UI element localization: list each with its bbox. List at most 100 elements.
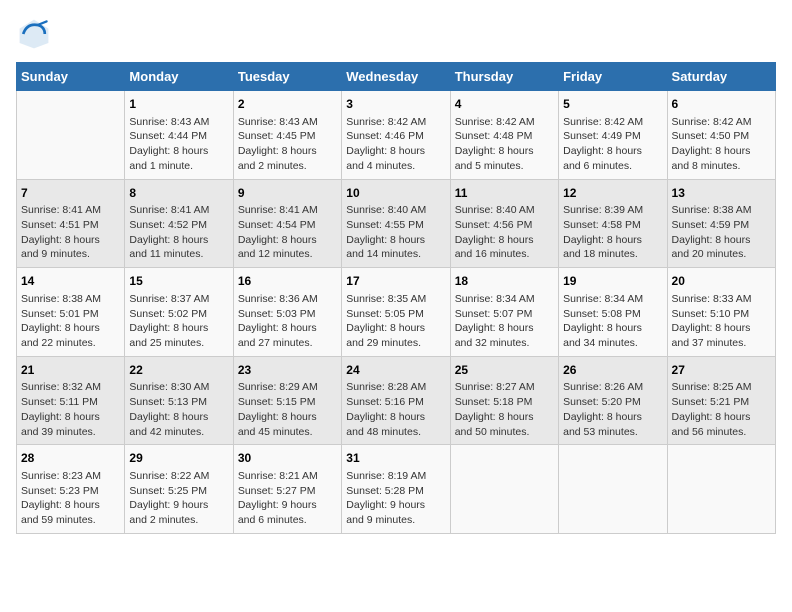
week-row-2: 7Sunrise: 8:41 AMSunset: 4:51 PMDaylight… — [17, 179, 776, 268]
calendar-cell: 13Sunrise: 8:38 AMSunset: 4:59 PMDayligh… — [667, 179, 775, 268]
day-number: 23 — [238, 362, 337, 379]
cell-line: Daylight: 8 hours — [129, 410, 228, 425]
calendar-cell: 30Sunrise: 8:21 AMSunset: 5:27 PMDayligh… — [233, 445, 341, 534]
cell-line: and 14 minutes. — [346, 247, 445, 262]
day-number: 17 — [346, 273, 445, 290]
cell-line: Sunset: 4:46 PM — [346, 129, 445, 144]
cell-line: Sunrise: 8:41 AM — [21, 203, 120, 218]
cell-line: Sunrise: 8:38 AM — [672, 203, 771, 218]
cell-line: Daylight: 8 hours — [238, 410, 337, 425]
calendar-cell: 10Sunrise: 8:40 AMSunset: 4:55 PMDayligh… — [342, 179, 450, 268]
day-number: 1 — [129, 96, 228, 113]
cell-line: and 25 minutes. — [129, 336, 228, 351]
cell-line: Sunset: 5:20 PM — [563, 395, 662, 410]
calendar-cell: 19Sunrise: 8:34 AMSunset: 5:08 PMDayligh… — [559, 268, 667, 357]
cell-line: Sunset: 5:27 PM — [238, 484, 337, 499]
day-number: 29 — [129, 450, 228, 467]
cell-line: Sunrise: 8:41 AM — [238, 203, 337, 218]
cell-line: and 8 minutes. — [672, 159, 771, 174]
cell-line: Sunrise: 8:32 AM — [21, 380, 120, 395]
cell-line: Sunset: 4:56 PM — [455, 218, 554, 233]
day-number: 10 — [346, 185, 445, 202]
cell-line: and 56 minutes. — [672, 425, 771, 440]
day-number: 9 — [238, 185, 337, 202]
cell-line: Sunrise: 8:43 AM — [238, 115, 337, 130]
cell-line: Sunset: 5:21 PM — [672, 395, 771, 410]
cell-line: Sunrise: 8:27 AM — [455, 380, 554, 395]
cell-line: Sunset: 4:51 PM — [21, 218, 120, 233]
day-number: 5 — [563, 96, 662, 113]
week-row-5: 28Sunrise: 8:23 AMSunset: 5:23 PMDayligh… — [17, 445, 776, 534]
calendar-cell: 18 Sunrise: 8:34 AMSunset: 5:07 PMDayligh… — [450, 268, 558, 357]
cell-line: and 2 minutes. — [238, 159, 337, 174]
cell-line: Daylight: 8 hours — [346, 233, 445, 248]
cell-line: Daylight: 8 hours — [21, 410, 120, 425]
cell-line: and 22 minutes. — [21, 336, 120, 351]
calendar-cell: 9Sunrise: 8:41 AMSunset: 4:54 PMDaylight… — [233, 179, 341, 268]
cell-line: Daylight: 8 hours — [672, 144, 771, 159]
cell-line: and 9 minutes. — [21, 247, 120, 262]
col-header-wednesday: Wednesday — [342, 63, 450, 91]
cell-line: and 59 minutes. — [21, 513, 120, 528]
day-number: 25 — [455, 362, 554, 379]
cell-line: Sunset: 5:01 PM — [21, 307, 120, 322]
calendar-cell: 16Sunrise: 8:36 AMSunset: 5:03 PMDayligh… — [233, 268, 341, 357]
calendar-cell: 2Sunrise: 8:43 AMSunset: 4:45 PMDaylight… — [233, 91, 341, 180]
cell-line: Sunrise: 8:42 AM — [563, 115, 662, 130]
cell-line: Daylight: 8 hours — [455, 144, 554, 159]
calendar-cell — [559, 445, 667, 534]
day-number: 18 — [455, 273, 554, 290]
calendar-cell — [450, 445, 558, 534]
cell-line: Sunset: 5:10 PM — [672, 307, 771, 322]
calendar-cell: 24Sunrise: 8:28 AMSunset: 5:16 PMDayligh… — [342, 356, 450, 445]
cell-line: and 6 minutes. — [563, 159, 662, 174]
cell-line: and 42 minutes. — [129, 425, 228, 440]
calendar-cell: 17Sunrise: 8:35 AMSunset: 5:05 PMDayligh… — [342, 268, 450, 357]
col-header-sunday: Sunday — [17, 63, 125, 91]
calendar-cell: 1Sunrise: 8:43 AMSunset: 4:44 PMDaylight… — [125, 91, 233, 180]
cell-line: and 37 minutes. — [672, 336, 771, 351]
cell-line: and 32 minutes. — [455, 336, 554, 351]
cell-line: Sunset: 4:59 PM — [672, 218, 771, 233]
cell-line: Sunset: 5:05 PM — [346, 307, 445, 322]
cell-line: Daylight: 8 hours — [672, 321, 771, 336]
cell-line: Daylight: 8 hours — [455, 321, 554, 336]
day-number: 26 — [563, 362, 662, 379]
cell-line: and 50 minutes. — [455, 425, 554, 440]
cell-line: Sunset: 5:25 PM — [129, 484, 228, 499]
calendar-cell: 21Sunrise: 8:32 AMSunset: 5:11 PMDayligh… — [17, 356, 125, 445]
cell-line: Sunset: 5:16 PM — [346, 395, 445, 410]
cell-line: Sunrise: 8:41 AM — [129, 203, 228, 218]
day-number: 24 — [346, 362, 445, 379]
calendar-cell: 22Sunrise: 8:30 AMSunset: 5:13 PMDayligh… — [125, 356, 233, 445]
cell-line: Daylight: 8 hours — [238, 233, 337, 248]
calendar-cell — [667, 445, 775, 534]
cell-line: Sunset: 4:44 PM — [129, 129, 228, 144]
cell-line: Sunset: 5:08 PM — [563, 307, 662, 322]
calendar-cell: 31Sunrise: 8:19 AMSunset: 5:28 PMDayligh… — [342, 445, 450, 534]
cell-line: Sunrise: 8:43 AM — [129, 115, 228, 130]
cell-line: and 34 minutes. — [563, 336, 662, 351]
cell-line: Sunrise: 8:26 AM — [563, 380, 662, 395]
calendar-cell: 25Sunrise: 8:27 AMSunset: 5:18 PMDayligh… — [450, 356, 558, 445]
calendar-cell — [17, 91, 125, 180]
day-number: 19 — [563, 273, 662, 290]
calendar-cell: 5Sunrise: 8:42 AMSunset: 4:49 PMDaylight… — [559, 91, 667, 180]
cell-line: Daylight: 9 hours — [346, 498, 445, 513]
day-number: 30 — [238, 450, 337, 467]
calendar-cell: 6Sunrise: 8:42 AMSunset: 4:50 PMDaylight… — [667, 91, 775, 180]
day-number: 14 — [21, 273, 120, 290]
cell-line: Sunrise: 8:34 AM — [563, 292, 662, 307]
header-row: SundayMondayTuesdayWednesdayThursdayFrid… — [17, 63, 776, 91]
calendar-cell: 7Sunrise: 8:41 AMSunset: 4:51 PMDaylight… — [17, 179, 125, 268]
col-header-monday: Monday — [125, 63, 233, 91]
week-row-1: 1Sunrise: 8:43 AMSunset: 4:44 PMDaylight… — [17, 91, 776, 180]
cell-line: Daylight: 8 hours — [563, 144, 662, 159]
cell-line: and 9 minutes. — [346, 513, 445, 528]
cell-line: Sunrise: 8:34 AM — [455, 292, 554, 307]
col-header-friday: Friday — [559, 63, 667, 91]
cell-line: and 2 minutes. — [129, 513, 228, 528]
cell-line: Sunrise: 8:25 AM — [672, 380, 771, 395]
cell-line: Sunset: 5:07 PM — [455, 307, 554, 322]
week-row-4: 21Sunrise: 8:32 AMSunset: 5:11 PMDayligh… — [17, 356, 776, 445]
